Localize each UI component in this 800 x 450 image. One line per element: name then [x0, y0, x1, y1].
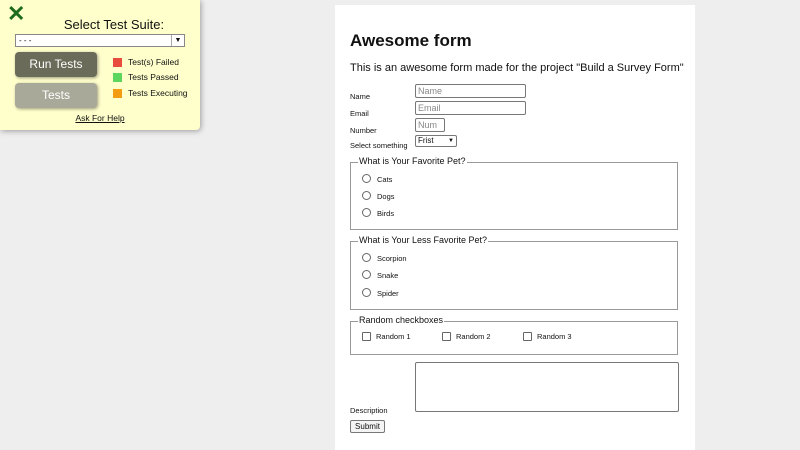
dropdown-select[interactable]: Frist ▼: [415, 135, 457, 147]
favorite-pet-fieldset: What is Your Favorite Pet? Cats Dogs Bir…: [350, 156, 678, 230]
less-favorite-pet-fieldset: What is Your Less Favorite Pet? Scorpion…: [350, 235, 678, 310]
radio-option-birds[interactable]: Birds: [362, 207, 395, 219]
select-label: Select something: [350, 141, 408, 150]
checkbox-random-2[interactable]: Random 2: [442, 331, 491, 342]
radio-label: Scorpion: [377, 254, 407, 263]
name-input[interactable]: [415, 84, 526, 98]
legend-tests-passed: Tests Passed: [113, 72, 179, 83]
radio-label: Birds: [377, 209, 395, 218]
radio-option-spider[interactable]: Spider: [362, 287, 399, 299]
checkbox-random-3[interactable]: Random 3: [523, 331, 572, 342]
radio-icon[interactable]: [362, 287, 371, 297]
radio-label: Snake: [377, 271, 399, 280]
passed-swatch-icon: [113, 73, 122, 83]
email-label: Email: [350, 109, 369, 118]
form-description: This is an awesome form made for the pro…: [350, 62, 684, 74]
survey-form: Awesome form This is an awesome form mad…: [335, 5, 695, 450]
radio-option-scorpion[interactable]: Scorpion: [362, 252, 407, 264]
radio-icon[interactable]: [362, 207, 371, 217]
legend-tests-executing: Tests Executing: [113, 88, 188, 99]
test-suite-title: Select Test Suite:: [63, 17, 165, 32]
checkbox-label: Random 1: [376, 332, 411, 341]
radio-label: Spider: [377, 289, 399, 298]
radio-label: Cats: [377, 175, 393, 184]
submit-button[interactable]: Submit: [350, 420, 385, 433]
checkbox-random-1[interactable]: Random 1: [362, 331, 411, 342]
checkbox-label: Random 3: [537, 332, 572, 341]
checkbox-icon[interactable]: [523, 331, 532, 341]
test-suite-select[interactable]: - - - ▼: [15, 34, 185, 47]
legend-label: Test(s) Failed: [128, 57, 180, 67]
chevron-down-icon: ▼: [448, 138, 454, 144]
legend-tests-failed: Test(s) Failed: [113, 57, 179, 68]
chevron-down-icon: ▼: [171, 35, 184, 46]
number-input[interactable]: [415, 118, 445, 132]
test-suite-panel: ✕ Select Test Suite: - - - ▼ Run Tests T…: [0, 0, 200, 130]
run-tests-button[interactable]: Run Tests: [15, 52, 97, 77]
less-favorite-pet-legend: What is Your Less Favorite Pet?: [358, 235, 489, 245]
dropdown-value: Frist: [418, 136, 434, 145]
executing-swatch-icon: [113, 89, 122, 99]
checkbox-icon[interactable]: [362, 331, 371, 341]
email-input[interactable]: [415, 101, 526, 115]
random-checkboxes-fieldset: Random checkboxes Random 1 Random 2 Rand…: [350, 315, 678, 355]
description-textarea[interactable]: [415, 362, 679, 412]
radio-icon[interactable]: [362, 269, 371, 279]
test-suite-select-value: - - -: [19, 36, 32, 45]
failed-swatch-icon: [113, 58, 122, 68]
form-title: Awesome form: [350, 31, 472, 50]
radio-icon[interactable]: [362, 252, 371, 262]
favorite-pet-legend: What is Your Favorite Pet?: [358, 156, 467, 166]
radio-option-dogs[interactable]: Dogs: [362, 190, 395, 202]
radio-label: Dogs: [377, 192, 395, 201]
radio-icon[interactable]: [362, 173, 371, 183]
legend-label: Tests Passed: [128, 72, 179, 82]
radio-icon[interactable]: [362, 190, 371, 200]
ask-for-help-link[interactable]: Ask For Help: [0, 113, 200, 123]
name-label: Name: [350, 92, 371, 101]
random-checkboxes-legend: Random checkboxes: [358, 315, 445, 325]
checkbox-icon[interactable]: [442, 331, 451, 341]
legend-label: Tests Executing: [128, 88, 188, 98]
tests-button[interactable]: Tests: [15, 83, 97, 108]
radio-option-cats[interactable]: Cats: [362, 173, 393, 185]
radio-option-snake[interactable]: Snake: [362, 269, 399, 281]
number-label: Number: [350, 126, 377, 135]
checkbox-label: Random 2: [456, 332, 491, 341]
description-label: Description: [350, 406, 388, 415]
